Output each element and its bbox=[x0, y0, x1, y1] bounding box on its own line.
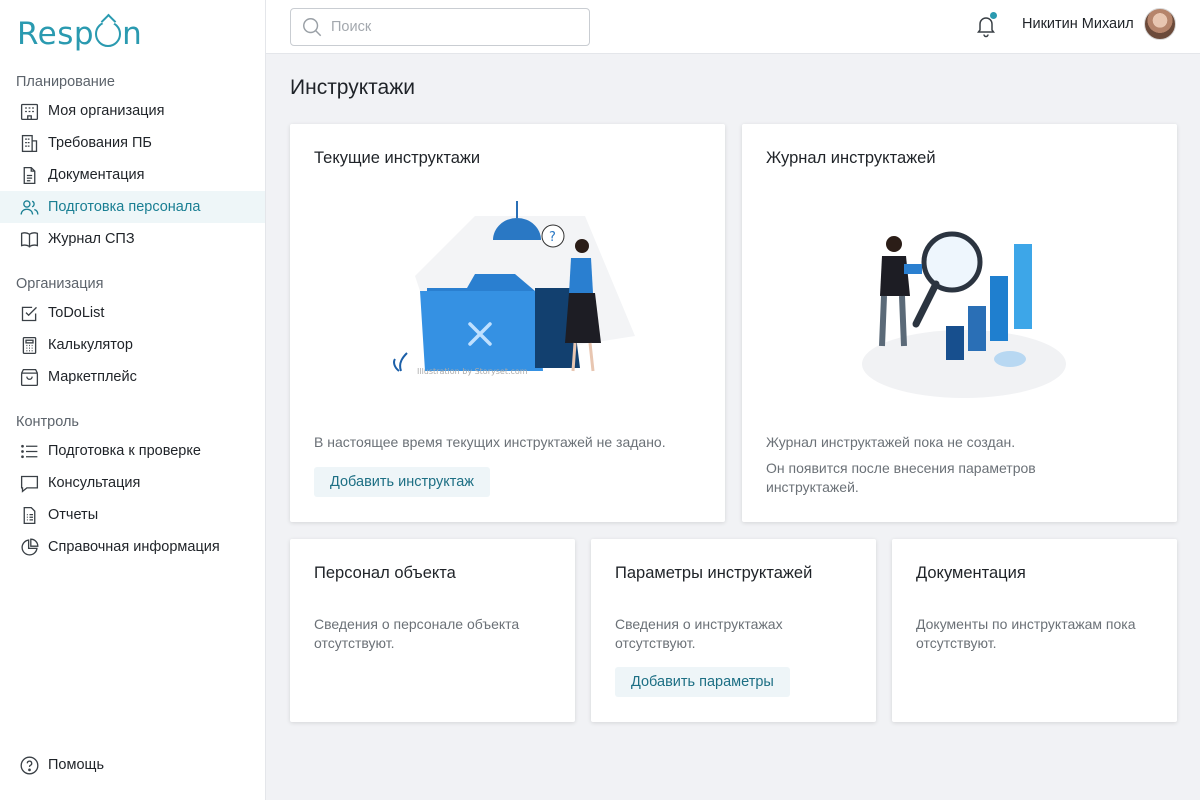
sidebar-item-fire-safety-requirements[interactable]: Требования ПБ bbox=[0, 127, 265, 159]
building-icon bbox=[18, 100, 40, 122]
card-text-primary: Журнал инструктажей пока не создан. bbox=[766, 434, 1016, 450]
analytics-illustration bbox=[862, 231, 1066, 398]
sidebar-item-label: Калькулятор bbox=[48, 337, 133, 353]
card-instruction-journal: Журнал инструктажей Журнал инструктажей … bbox=[742, 124, 1177, 522]
sidebar-item-label: Помощь bbox=[48, 757, 105, 773]
logo-text: Resp n bbox=[17, 16, 143, 52]
search-input[interactable] bbox=[331, 19, 571, 35]
sidebar-item-help[interactable]: Помощь bbox=[0, 749, 265, 781]
sidebar-item-label: Справочная информация bbox=[48, 539, 220, 555]
add-parameters-button[interactable]: Добавить параметры bbox=[615, 667, 790, 697]
sidebar-item-reports[interactable]: Отчеты bbox=[0, 499, 265, 531]
office-building-icon bbox=[18, 132, 40, 154]
card-title: Документация bbox=[916, 564, 1026, 582]
sidebar-item-calculator[interactable]: Калькулятор bbox=[0, 329, 265, 361]
chat-icon bbox=[18, 472, 40, 494]
card-text: В настоящее время текущих инструктажей н… bbox=[314, 434, 666, 450]
document-icon bbox=[18, 164, 40, 186]
sidebar-item-consultation[interactable]: Консультация bbox=[0, 467, 265, 499]
card-documentation: Документация Документы по инструктажам п… bbox=[892, 539, 1177, 722]
sidebar-item-marketplace[interactable]: Маркетплейс bbox=[0, 361, 265, 393]
question-circle-icon bbox=[18, 754, 40, 776]
notification-dot bbox=[990, 12, 997, 19]
add-instruction-button[interactable]: Добавить инструктаж bbox=[314, 467, 491, 497]
sidebar-item-label: Моя организация bbox=[48, 103, 165, 119]
sidebar-item-label: Требования ПБ bbox=[48, 135, 152, 151]
sidebar-item-spz-journal[interactable]: Журнал СПЗ bbox=[0, 223, 265, 255]
calculator-icon bbox=[18, 334, 40, 356]
sidebar-item-my-organization[interactable]: Моя организация bbox=[0, 95, 265, 127]
search-icon bbox=[303, 18, 322, 37]
sidebar-item-label: Подготовка к проверке bbox=[48, 443, 201, 459]
pie-icon bbox=[18, 536, 40, 558]
notifications-button[interactable] bbox=[974, 12, 998, 38]
card-facility-personnel: Персонал объекта Сведения о персонале об… bbox=[290, 539, 575, 722]
sidebar-item-inspection-preparation[interactable]: Подготовка к проверке bbox=[0, 435, 265, 467]
card-title: Параметры инструктажей bbox=[615, 564, 813, 582]
respon-logo[interactable]: Resp n bbox=[17, 14, 142, 54]
sidebar-item-documentation[interactable]: Документация bbox=[0, 159, 265, 191]
empty-folder-illustration: ? Illustration by Storyset.com bbox=[393, 201, 635, 376]
list-icon bbox=[18, 440, 40, 462]
card-title: Текущие инструктажи bbox=[314, 149, 481, 167]
card-text: Документы по инструктажам пока отсутству… bbox=[916, 616, 1136, 651]
shop-bag-icon bbox=[18, 366, 40, 388]
sidebar-item-staff-training[interactable]: Подготовка персонала bbox=[0, 191, 265, 223]
sidebar-item-label: Подготовка персонала bbox=[48, 199, 201, 215]
sidebar: Resp n Планирование Моя организация Требо… bbox=[0, 0, 266, 800]
svg-text:?: ? bbox=[549, 230, 556, 245]
checkbox-icon bbox=[18, 302, 40, 324]
section-title-organization: Организация bbox=[16, 276, 104, 292]
card-text: Сведения о инструктажах отсутствуют. bbox=[615, 616, 783, 651]
top-header: Никитин Михаил bbox=[266, 0, 1200, 54]
user-name[interactable]: Никитин Михаил bbox=[1022, 16, 1134, 32]
card-text: Сведения о персонале объекта отсутствуют… bbox=[314, 616, 520, 651]
section-title-control: Контроль bbox=[16, 414, 79, 430]
card-text-secondary: Он появится после внесения параметров ин… bbox=[766, 460, 1036, 495]
users-icon bbox=[18, 196, 40, 218]
sidebar-item-reference-info[interactable]: Справочная информация bbox=[0, 531, 265, 563]
card-current-instructions: Текущие инструктажи ? Illustration by St… bbox=[290, 124, 725, 522]
illustration-credit: Illustration by Storyset.com bbox=[417, 367, 528, 376]
card-title: Персонал объекта bbox=[314, 564, 456, 582]
report-icon bbox=[18, 504, 40, 526]
avatar[interactable] bbox=[1144, 8, 1176, 40]
sidebar-item-label: Журнал СПЗ bbox=[48, 231, 135, 247]
card-title: Журнал инструктажей bbox=[766, 149, 936, 167]
section-title-planning: Планирование bbox=[16, 74, 115, 90]
sidebar-item-label: Документация bbox=[48, 167, 145, 183]
sidebar-item-todolist[interactable]: ToDoList bbox=[0, 297, 265, 329]
card-instruction-parameters: Параметры инструктажей Сведения о инстру… bbox=[591, 539, 876, 722]
search-box[interactable] bbox=[290, 8, 590, 46]
sidebar-item-label: Консультация bbox=[48, 475, 141, 491]
book-icon bbox=[18, 228, 40, 250]
page-title: Инструктажи bbox=[290, 76, 416, 99]
sidebar-item-label: ToDoList bbox=[48, 305, 105, 321]
sidebar-item-label: Отчеты bbox=[48, 507, 99, 523]
sidebar-item-label: Маркетплейс bbox=[48, 369, 137, 385]
